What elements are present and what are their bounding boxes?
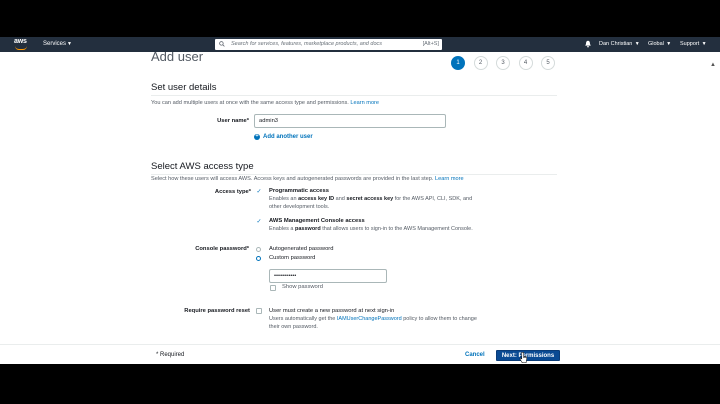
require-password-reset-description: Users automatically get the IAMUserChang… bbox=[269, 315, 477, 332]
access-type-description: Select how these users will access AWS. … bbox=[151, 176, 464, 182]
required-note: * Required bbox=[156, 352, 185, 358]
aws-logo[interactable]: aws bbox=[14, 38, 30, 51]
reset-desc-post: policy to allow them to change bbox=[401, 316, 477, 322]
programmatic-access-description: Enables an access key ID and secret acce… bbox=[269, 195, 472, 212]
add-another-user-link[interactable]: + Add another user bbox=[254, 134, 313, 140]
main-content: Add user 1 2 3 4 5 ▲ Set user details Yo… bbox=[0, 52, 720, 344]
wizard-step-1[interactable]: 1 bbox=[451, 56, 465, 70]
wizard-steps: 1 2 3 4 5 bbox=[451, 56, 564, 70]
account-name: Dan Christian bbox=[599, 41, 633, 47]
access-type-desc-text: Select how these users will access AWS. … bbox=[151, 176, 434, 182]
access-type-label: Access type* bbox=[214, 189, 251, 195]
autogenerated-password-label: Autogenerated password bbox=[269, 246, 334, 252]
console-desc-post: that allows users to sign-in to the AWS … bbox=[320, 226, 473, 232]
chevron-down-icon: ▼ bbox=[67, 41, 72, 47]
console-access-checkbox[interactable]: ✓ bbox=[256, 219, 262, 225]
next-permissions-button[interactable]: Next: Permissions bbox=[496, 350, 560, 361]
search-bar[interactable]: Search for services, features, marketpla… bbox=[215, 39, 442, 50]
mouse-cursor-icon bbox=[519, 352, 528, 363]
support-label: Support bbox=[680, 41, 700, 47]
bell-icon[interactable] bbox=[584, 40, 592, 48]
prog-desc-access-key: access key ID bbox=[298, 196, 335, 202]
require-password-reset-label: Require password reset bbox=[184, 308, 250, 314]
console-desc-pre: Enables a bbox=[269, 226, 295, 232]
show-password-checkbox[interactable] bbox=[270, 285, 276, 291]
search-placeholder: Search for services, features, marketpla… bbox=[231, 41, 383, 47]
support-menu[interactable]: Support ▼ bbox=[680, 41, 707, 47]
wizard-footer: * Required Cancel Next: Permissions bbox=[0, 344, 720, 364]
divider bbox=[151, 95, 557, 96]
user-details-description: You can add multiple users at once with … bbox=[151, 100, 379, 106]
search-shortcut: [Alt+S] bbox=[422, 41, 439, 47]
cancel-button[interactable]: Cancel bbox=[465, 352, 485, 358]
require-password-reset-title: User must create a new password at next … bbox=[269, 308, 395, 314]
programmatic-access-checkbox[interactable]: ✓ bbox=[256, 189, 262, 195]
user-details-title: Set user details bbox=[151, 82, 217, 93]
show-password-label: Show password bbox=[282, 284, 323, 290]
prog-desc-post: for the AWS API, CLI, SDK, and bbox=[393, 196, 473, 202]
autogenerated-password-radio[interactable] bbox=[256, 247, 261, 252]
search-icon bbox=[219, 41, 225, 47]
prog-desc-line2: other development tools. bbox=[269, 204, 330, 211]
divider bbox=[151, 174, 557, 175]
console-desc-password: password bbox=[295, 226, 321, 232]
video-letterbox-bottom bbox=[0, 364, 720, 404]
prog-desc-mid: and bbox=[334, 196, 347, 202]
programmatic-access-title: Programmatic access bbox=[269, 188, 329, 194]
console-password-label: Console password* bbox=[195, 246, 249, 252]
custom-password-label: Custom password bbox=[269, 255, 316, 261]
learn-more-link[interactable]: Learn more bbox=[435, 176, 464, 182]
password-input[interactable]: ••••••••••• bbox=[269, 269, 387, 283]
user-details-desc-text: You can add multiple users at once with … bbox=[151, 100, 349, 106]
access-type-title: Select AWS access type bbox=[151, 161, 254, 172]
account-menu[interactable]: Dan Christian ▼ bbox=[599, 41, 640, 47]
require-password-reset-checkbox[interactable] bbox=[256, 308, 262, 314]
wizard-step-3[interactable]: 3 bbox=[496, 56, 510, 70]
prog-desc-pre: Enables an bbox=[269, 196, 299, 202]
wizard-step-5[interactable]: 5 bbox=[541, 56, 555, 70]
page-title: Add user bbox=[151, 52, 204, 64]
chevron-down-icon: ▼ bbox=[633, 41, 640, 47]
region-menu[interactable]: Global ▼ bbox=[648, 41, 671, 47]
reset-desc-line2: their own password. bbox=[269, 324, 318, 331]
reset-desc-pre: Users automatically get the bbox=[269, 316, 337, 322]
aws-top-nav: aws Services▼ Search for services, featu… bbox=[0, 37, 720, 52]
console-access-description: Enables a password that allows users to … bbox=[269, 225, 473, 233]
iam-user-change-password-link[interactable]: IAMUserChangePassword bbox=[337, 316, 402, 322]
aws-logo-text: aws bbox=[14, 38, 27, 45]
prog-desc-secret-key: secret access key bbox=[346, 196, 394, 202]
chevron-down-icon: ▼ bbox=[700, 41, 707, 47]
add-another-user-label: Add another user bbox=[263, 134, 313, 140]
video-letterbox-top bbox=[0, 0, 720, 37]
scroll-up-arrow-icon[interactable]: ▲ bbox=[710, 62, 716, 68]
console-access-title: AWS Management Console access bbox=[269, 218, 365, 224]
region-label: Global bbox=[648, 41, 664, 47]
wizard-step-2[interactable]: 2 bbox=[473, 56, 488, 70]
custom-password-radio[interactable] bbox=[256, 256, 261, 261]
user-name-input[interactable]: admin3 bbox=[254, 114, 446, 128]
services-label: Services bbox=[43, 41, 67, 47]
learn-more-link[interactable]: Learn more bbox=[350, 100, 379, 106]
chevron-down-icon: ▼ bbox=[664, 41, 672, 47]
services-menu[interactable]: Services▼ bbox=[43, 41, 72, 47]
plus-circle-icon: + bbox=[254, 133, 260, 140]
wizard-step-4[interactable]: 4 bbox=[518, 56, 533, 70]
user-name-label: User name* bbox=[217, 118, 249, 124]
aws-logo-smile-icon bbox=[15, 46, 27, 50]
